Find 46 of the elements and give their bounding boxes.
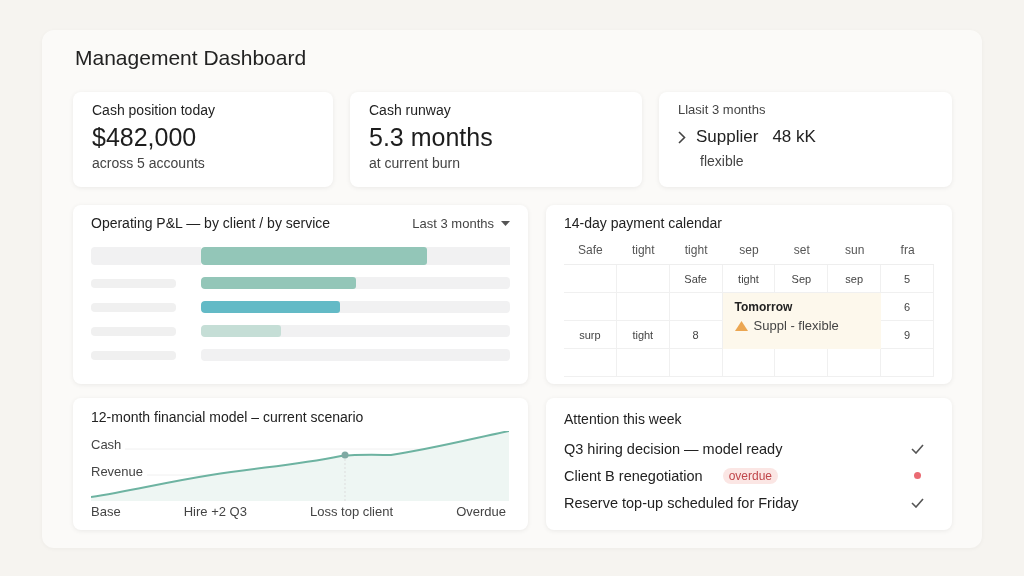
task-text: Q3 hiring decision — model ready — [564, 440, 783, 457]
column-header: sep — [722, 235, 776, 265]
card-title: 12-month financial model – current scenario — [91, 409, 365, 425]
column-header: sun — [828, 235, 882, 265]
column-header: Safe — [564, 235, 617, 265]
axis-label: Base — [91, 504, 121, 519]
kpi-label: Cash runway — [369, 102, 452, 118]
supplier-note: flexible — [700, 153, 745, 169]
kpi-value: 5.3 months — [369, 123, 494, 152]
tooltip-text: Suppl - flexible — [753, 318, 839, 333]
calendar-cell[interactable]: 8 — [669, 321, 723, 349]
status-badge: overdue — [722, 467, 779, 484]
status-dot — [914, 472, 921, 479]
series-label: Cash — [91, 437, 126, 452]
kpi-value: $482,000 — [92, 123, 198, 152]
check-icon — [911, 497, 924, 508]
kpi-label: Cash position today — [92, 102, 216, 118]
kpi-note: across 5 accounts — [92, 155, 206, 171]
axis-label: Overdue — [456, 504, 506, 519]
period-dropdown[interactable]: Last 3 months — [412, 215, 510, 231]
chevron-right-icon[interactable] — [678, 130, 686, 144]
card-title: Operating P&L — by client / by service — [91, 215, 331, 231]
tooltip-title: Tomorrow — [734, 300, 794, 314]
column-header: tight — [669, 235, 723, 265]
calendar-cell[interactable]: 5 — [881, 265, 934, 293]
column-header: tight — [616, 235, 670, 265]
calendar-cell[interactable]: surp — [564, 321, 617, 349]
task-text: Client B renegotiation — [564, 467, 703, 484]
calendar-cell[interactable]: Safe — [669, 265, 723, 293]
task-text: Reserve top-up scheduled for Friday — [564, 494, 799, 511]
warning-icon — [734, 320, 748, 331]
column-header: fra — [881, 235, 934, 265]
series-label: Revenue — [91, 464, 148, 479]
page-title: Management Dashboard — [75, 45, 308, 71]
card-label: Llasit 3 months — [678, 102, 767, 117]
axis-label: Loss top client — [309, 504, 394, 519]
supplier-name: Supplier — [696, 127, 759, 147]
supplier-amount: 48 kK — [772, 127, 816, 147]
kpi-note: at current burn — [369, 155, 462, 171]
check-icon — [911, 443, 924, 454]
axis-label: Hire +2 Q3 — [183, 504, 247, 519]
caret-icon — [501, 220, 510, 226]
calendar-cell[interactable]: tight — [616, 321, 670, 349]
column-header: set — [775, 235, 829, 265]
card-title: Attention this week — [564, 411, 683, 427]
card-title: 14-day payment calendar — [564, 215, 723, 231]
